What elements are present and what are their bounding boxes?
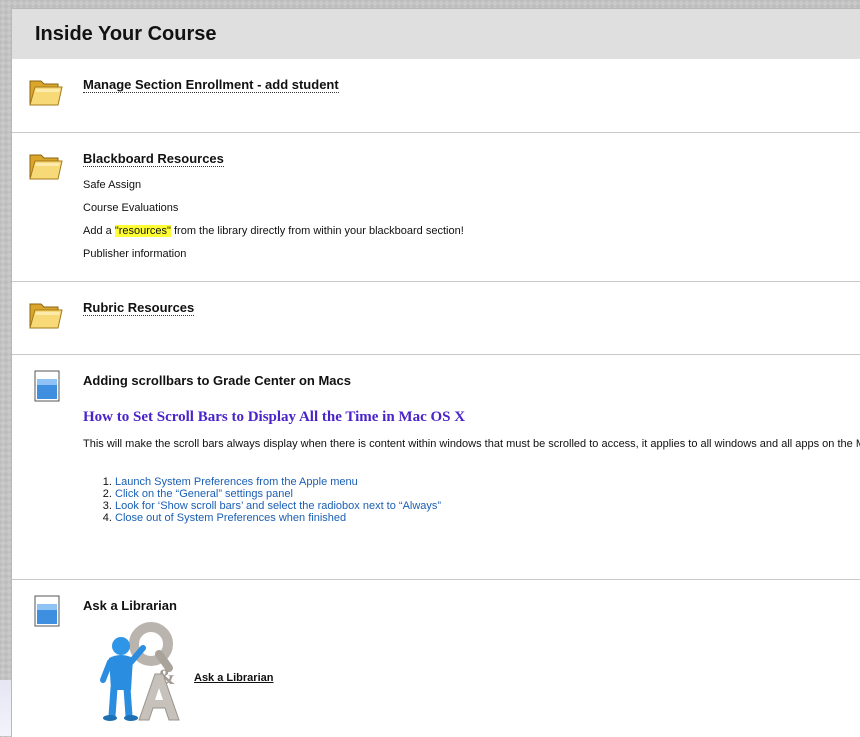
publisher-information-link[interactable]: Publisher information [83,248,860,260]
list-item: Look for ‘Show scroll bars’ and select t… [115,500,860,512]
step-text-after: Apple menu [299,476,358,488]
content-panel: Inside Your Course Manage Section Enroll… [11,8,860,737]
list-item: Click on the “General” settings panel [115,488,860,500]
step-link[interactable]: Look for ‘Show scroll bars’ and select t… [115,500,441,512]
step-text-before: Launch System Preferences from the [115,476,300,488]
safe-assign-link[interactable]: Safe Assign [83,179,860,191]
step-link[interactable]: Close out of System Preferences when fin… [115,512,346,524]
steps-list: Launch System Preferences from the Apple… [83,476,860,524]
resources-prefix: Add a [83,225,115,237]
page-title: Inside Your Course [35,23,217,45]
desktop-background [0,680,11,736]
list-item: Manage Section Enrollment - add student [12,59,860,133]
scroll-bars-heading-link[interactable]: How to Set Scroll Bars to Display All th… [83,409,465,425]
list-item: Adding scrollbars to Grade Center on Mac… [12,355,860,580]
qa-person-icon: & [100,622,180,721]
ask-librarian-title: Ask a Librarian [83,598,177,613]
document-icon [34,595,60,627]
rubric-resources-link[interactable]: Rubric Resources [83,300,195,316]
blackboard-resources-link[interactable]: Blackboard Resources [83,151,224,167]
resources-highlight-link[interactable]: "resources" [114,225,171,237]
course-evaluations-link[interactable]: Course Evaluations [83,202,860,214]
list-item: Ask a Librarian & Ask a Librarian [12,580,860,737]
manage-enrollment-link[interactable]: Manage Section Enrollment - add student [83,77,339,93]
folder-icon [29,80,63,106]
document-icon [34,370,60,402]
list-item: Launch System Preferences from the Apple… [115,476,860,488]
ask-librarian-link[interactable]: Ask a Librarian [194,672,273,684]
resources-suffix: from the library directly from within yo… [170,225,464,237]
folder-icon [29,303,63,329]
scrollbars-title: Adding scrollbars to Grade Center on Mac… [83,373,351,388]
list-item: Blackboard Resources Safe Assign Course … [12,133,860,282]
list-item: Close out of System Preferences when fin… [115,512,860,524]
resources-line: Add a "resources" from the library direc… [83,225,860,237]
folder-icon [29,154,63,180]
step-link[interactable]: Launch System Preferences from the Apple… [115,476,358,488]
step-link[interactable]: Click on the “General” settings panel [115,488,293,500]
page-header: Inside Your Course [12,9,860,59]
scrollbars-description: This will make the scroll bars always di… [83,438,860,450]
list-item: Rubric Resources [12,282,860,355]
